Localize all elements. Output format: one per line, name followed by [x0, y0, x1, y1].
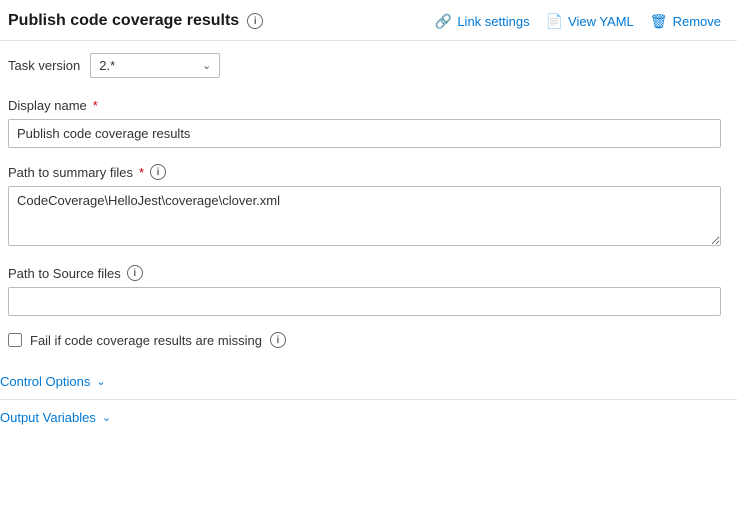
main-content: Task version 2.* ⌄ Display name * Path t…: [0, 41, 737, 348]
task-version-row: Task version 2.* ⌄: [8, 53, 721, 78]
view-yaml-button[interactable]: 📄 View YAML: [546, 13, 634, 30]
trash-icon: 🗑: [650, 13, 668, 30]
path-source-info-icon[interactable]: i: [127, 265, 143, 281]
checkbox-info-icon[interactable]: i: [270, 332, 286, 348]
page-title: Publish code coverage results: [8, 12, 239, 30]
path-summary-section: Path to summary files * i: [8, 164, 721, 249]
display-name-input[interactable]: [8, 119, 721, 148]
path-source-input[interactable]: [8, 287, 721, 316]
task-header: Publish code coverage results i 🔗 Link s…: [0, 0, 737, 41]
path-summary-textarea[interactable]: [8, 186, 721, 246]
output-variables-section[interactable]: Output Variables ⌄: [0, 399, 737, 435]
path-summary-info-icon[interactable]: i: [150, 164, 166, 180]
fail-missing-label: Fail if code coverage results are missin…: [30, 333, 262, 348]
link-icon: 🔗: [435, 13, 452, 30]
display-name-label: Display name *: [8, 98, 721, 113]
path-source-label: Path to Source files i: [8, 265, 721, 281]
output-variables-label: Output Variables: [0, 410, 96, 425]
title-info-icon[interactable]: i: [247, 13, 263, 29]
display-name-section: Display name *: [8, 98, 721, 148]
link-settings-label: Link settings: [457, 14, 529, 29]
control-options-section[interactable]: Control Options ⌄: [0, 364, 737, 399]
yaml-icon: 📄: [546, 13, 563, 30]
control-options-chevron: ⌄: [96, 375, 105, 388]
link-settings-button[interactable]: 🔗 Link settings: [435, 13, 530, 30]
output-variables-chevron: ⌄: [102, 411, 111, 424]
path-source-section: Path to Source files i: [8, 265, 721, 316]
header-left: Publish code coverage results i: [8, 12, 263, 30]
path-summary-label: Path to summary files * i: [8, 164, 721, 180]
remove-label: Remove: [673, 14, 721, 29]
chevron-down-icon: ⌄: [202, 59, 211, 72]
checkbox-row: Fail if code coverage results are missin…: [8, 332, 721, 348]
control-options-label: Control Options: [0, 374, 90, 389]
view-yaml-label: View YAML: [568, 14, 634, 29]
task-version-value: 2.*: [99, 58, 115, 73]
remove-button[interactable]: 🗑 Remove: [650, 13, 721, 30]
path-summary-required: *: [139, 165, 144, 180]
fail-missing-checkbox[interactable]: [8, 333, 22, 347]
task-version-select[interactable]: 2.* ⌄: [90, 53, 220, 78]
collapsible-sections: Control Options ⌄ Output Variables ⌄: [0, 364, 737, 435]
task-version-label: Task version: [8, 58, 80, 73]
header-actions: 🔗 Link settings 📄 View YAML 🗑 Remove: [435, 13, 721, 30]
display-name-required: *: [93, 98, 98, 113]
